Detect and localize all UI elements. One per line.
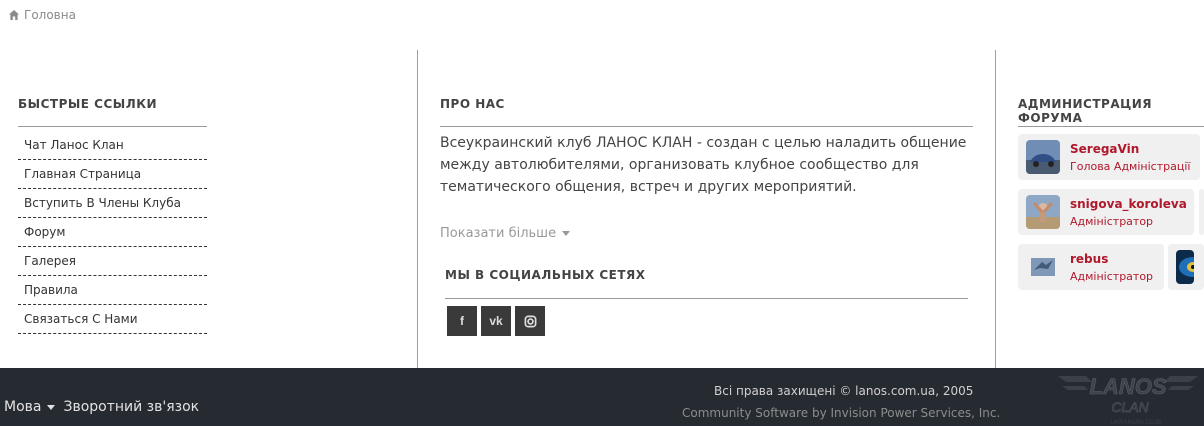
- social-title-divider: [445, 298, 968, 299]
- column-divider-right: [995, 50, 996, 368]
- show-more-button[interactable]: Показати більше: [440, 226, 571, 241]
- quick-link-forum[interactable]: Форум: [18, 218, 207, 247]
- footer: Мова Зворотний зв'язок Всі права захищен…: [0, 368, 1204, 426]
- vk-glyph: vk: [489, 314, 503, 328]
- avatar: [1026, 250, 1060, 284]
- avatar: [1026, 140, 1060, 174]
- quick-links-title: БЫСТРЫЕ ССЫЛКИ: [18, 97, 158, 111]
- admin-title-divider: [1018, 126, 1204, 127]
- show-more-label: Показати більше: [440, 226, 557, 241]
- instagram-icon[interactable]: [515, 306, 545, 336]
- quick-link-chat[interactable]: Чат Ланос Клан: [18, 131, 207, 160]
- community-software-link[interactable]: Community Software by Invision Power Ser…: [682, 406, 1000, 420]
- about-title-divider: [440, 126, 973, 127]
- facebook-glyph: f: [460, 314, 464, 328]
- instagram-glyph: [524, 315, 536, 327]
- admin-name[interactable]: snigova_koroleva: [1070, 197, 1187, 211]
- admin-role: Адміністратор: [1070, 269, 1154, 283]
- admin-title: АДМИНИСТРАЦИЯ ФОРУМА: [1018, 97, 1153, 125]
- quick-link-gallery[interactable]: Галерея: [18, 247, 207, 276]
- facebook-icon[interactable]: f: [447, 306, 477, 336]
- social-title: МЫ В СОЦИАЛЬНЫХ СЕТЯХ: [445, 268, 646, 282]
- avatar: [1176, 250, 1194, 284]
- copyright-text: Всі права захищені © lanos.com.ua, 2005: [714, 384, 974, 398]
- language-menu[interactable]: Мова: [4, 399, 41, 415]
- feedback-link[interactable]: Зворотний зв'язок: [63, 399, 199, 415]
- footer-links: Мова Зворотний зв'язок: [4, 399, 199, 415]
- quick-links-title-divider: [18, 126, 207, 127]
- admin-name[interactable]: rebus: [1070, 252, 1153, 266]
- about-title: ПРО НАС: [440, 97, 505, 111]
- column-divider-left: [417, 50, 418, 368]
- admin-role: Адміністратор: [1070, 214, 1154, 228]
- quick-link-home[interactable]: Главная Страница: [18, 160, 207, 189]
- social-links: f vk: [447, 306, 545, 336]
- admin-card-seregavin[interactable]: SeregaVin Голова Адміністрації: [1018, 134, 1200, 180]
- vk-icon[interactable]: vk: [481, 306, 511, 336]
- breadcrumb[interactable]: Головна: [8, 8, 76, 22]
- admin-card-partial[interactable]: [1199, 189, 1204, 235]
- caret-down-icon: [562, 231, 571, 236]
- quick-links-list: Чат Ланос Клан Главная Страница Вступить…: [18, 131, 207, 334]
- admin-card-snigova[interactable]: snigova_koroleva Адміністратор: [1018, 189, 1194, 235]
- admin-name[interactable]: SeregaVin: [1070, 142, 1190, 156]
- quick-link-rules[interactable]: Правила: [18, 276, 207, 305]
- quick-link-join[interactable]: Вступить В Члены Клуба: [18, 189, 207, 218]
- admin-card-partial-avatar[interactable]: [1168, 244, 1204, 290]
- quick-link-contact[interactable]: Связаться С Нами: [18, 305, 207, 334]
- logo-sub: CLAN: [1111, 399, 1149, 415]
- about-text: Всеукраинский клуб ЛАНОС КЛАН - создан с…: [440, 135, 967, 195]
- avatar: [1026, 195, 1060, 229]
- admin-role: Голова Адміністрації: [1070, 159, 1191, 173]
- logo-text: LANOS: [1090, 374, 1167, 399]
- caret-down-icon: [47, 404, 56, 410]
- home-icon: [9, 10, 19, 20]
- logo-tag: UKRAINIAN CLUB: [1111, 420, 1161, 426]
- admin-card-rebus[interactable]: rebus Адміністратор: [1018, 244, 1164, 290]
- breadcrumb-home-label: Головна: [24, 8, 76, 22]
- lanos-clan-logo: LANOS CLAN UKRAINIAN CLUB: [1058, 374, 1198, 426]
